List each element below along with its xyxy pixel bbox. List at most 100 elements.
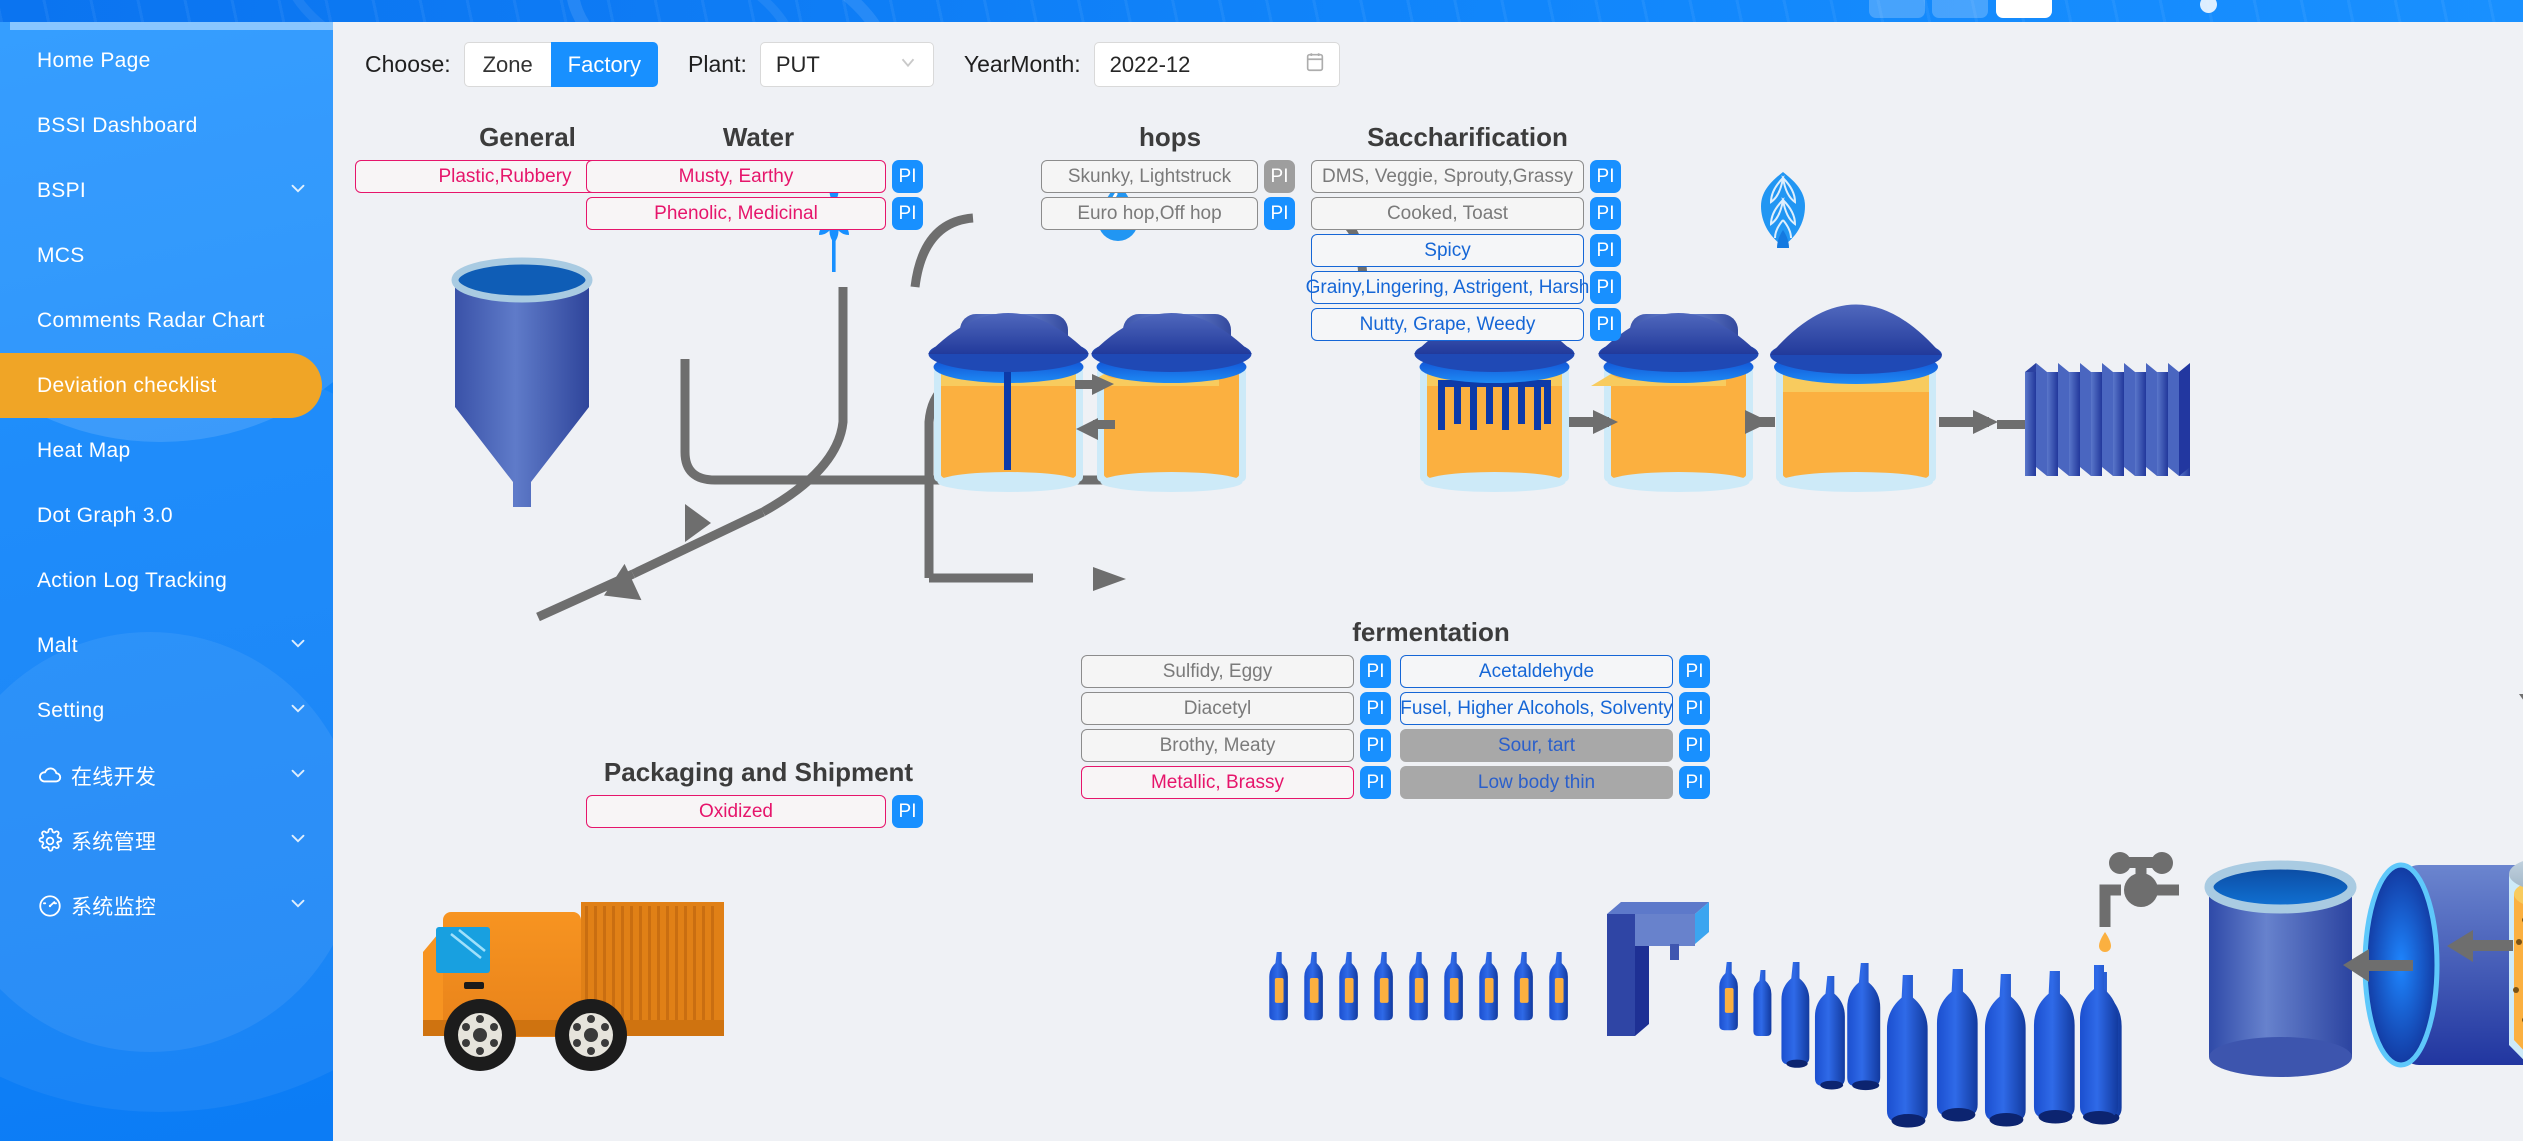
- bottle-line-small: [1269, 952, 1568, 1021]
- group-packaging-rows: Oxidized PI: [586, 795, 931, 828]
- pi-button-brothy-meaty[interactable]: PI: [1360, 729, 1391, 762]
- sidebar-item-bssi-dashboard[interactable]: BSSI Dashboard: [0, 93, 333, 158]
- group-saccharification-title: Saccharification: [1367, 122, 1568, 152]
- chevron-down-icon[interactable]: [287, 632, 309, 660]
- chevron-down-icon[interactable]: [287, 827, 309, 855]
- chevron-down-icon[interactable]: [287, 762, 309, 790]
- sidebar-item-系统监控[interactable]: 系统监控: [0, 873, 333, 938]
- attribute-chip-grainy-lingering-astrigent-harsh[interactable]: Grainy,Lingering, Astrigent, Harsh: [1306, 271, 1589, 304]
- attribute-chip-acetaldehyde[interactable]: Acetaldehyde: [1400, 655, 1673, 688]
- sidebar-item-bspi[interactable]: BSPI: [0, 158, 333, 223]
- checklist-row: Phenolic, Medicinal PI: [586, 197, 931, 230]
- pi-button-euro-hop-off-hop[interactable]: PI: [1264, 197, 1295, 230]
- sidebar-item-label: BSPI: [37, 178, 87, 202]
- sidebar-item-在线开发[interactable]: 在线开发: [0, 743, 333, 808]
- sidebar-item-action-log-tracking[interactable]: Action Log Tracking: [0, 548, 333, 613]
- pi-button-metallic-brassy[interactable]: PI: [1360, 766, 1391, 799]
- pi-button-fusel-higher-alcohols-solventy[interactable]: PI: [1679, 692, 1710, 725]
- chevron-down-icon[interactable]: [287, 697, 309, 725]
- sidebar-item-comments-radar-chart[interactable]: Comments Radar Chart: [0, 288, 333, 353]
- pi-button-diacetyl[interactable]: PI: [1360, 692, 1391, 725]
- pi-button-spicy[interactable]: PI: [1590, 234, 1621, 267]
- sidebar-item-home-page[interactable]: Home Page: [0, 28, 333, 93]
- sidebar-item-mcs[interactable]: MCS: [0, 223, 333, 288]
- checklist-row: Metallic, Brassy PI: [1081, 766, 1391, 799]
- pi-button-sour-tart[interactable]: PI: [1679, 729, 1710, 762]
- attribute-chip-diacetyl[interactable]: Diacetyl: [1081, 692, 1354, 725]
- sidebar-item-label: 系统监控: [71, 895, 157, 919]
- beer-drop: [2099, 932, 2111, 952]
- sidebar-item-label: BSSI Dashboard: [37, 113, 198, 137]
- plant-label: Plant:: [688, 51, 747, 77]
- checklist-row: Low body thin PI: [1400, 766, 1710, 799]
- group-water: Water Musty, Earthy PI Phenolic, Medicinal…: [586, 122, 931, 234]
- pi-button-musty-earthy[interactable]: PI: [892, 160, 923, 193]
- sidebar-item-setting[interactable]: Setting: [0, 678, 333, 743]
- flow-arrow: [1093, 567, 1126, 591]
- sidebar-item-heat-map[interactable]: Heat Map: [0, 418, 333, 483]
- attribute-chip-cooked-toast[interactable]: Cooked, Toast: [1311, 197, 1584, 230]
- pi-button-oxidized[interactable]: PI: [892, 795, 923, 828]
- group-hops-rows: Skunky, Lightstruck PI Euro hop,Off hop PI: [1041, 160, 1299, 230]
- filler-machine: [1607, 902, 1709, 1036]
- app-header-bar: [0, 0, 2523, 22]
- attribute-chip-musty-earthy[interactable]: Musty, Earthy: [586, 160, 886, 193]
- sidebar-item-label: Home Page: [37, 48, 151, 72]
- truck-window: [436, 927, 490, 973]
- chevron-down-icon[interactable]: [287, 177, 309, 205]
- beer-glass: [2509, 861, 2523, 1060]
- pi-button-sulfidy-eggy[interactable]: PI: [1360, 655, 1391, 688]
- attribute-chip-low-body-thin[interactable]: Low body thin: [1400, 766, 1673, 799]
- attribute-chip-spicy[interactable]: Spicy: [1311, 234, 1584, 267]
- chevron-down-icon[interactable]: [287, 892, 309, 920]
- pi-button-nutty-grape-weedy[interactable]: PI: [1590, 308, 1621, 341]
- plant-select-value: PUT: [775, 51, 820, 77]
- sidebar-item-deviation-checklist[interactable]: Deviation checklist: [0, 353, 322, 418]
- deviation-checklist-page: Home Page BSSI Dashboard BSPI MCS Comments R…: [0, 0, 2523, 1141]
- attribute-chip-metallic-brassy[interactable]: Metallic, Brassy: [1081, 766, 1354, 799]
- yearmonth-input[interactable]: 2022-12: [1093, 42, 1340, 87]
- pi-button-skunky-lightstruck[interactable]: PI: [1264, 160, 1295, 193]
- sidebar-item-label: Action Log Tracking: [37, 568, 228, 592]
- group-water-title: Water: [722, 122, 795, 152]
- sidebar-item-dot-graph-3-0[interactable]: Dot Graph 3.0: [0, 483, 333, 548]
- bright-beer-tank: [2204, 860, 2357, 1077]
- header-tab-1[interactable]: [1869, 0, 1925, 18]
- scope-option-factory[interactable]: Factory: [550, 42, 659, 87]
- pi-button-dms-veggie-sprouty-grassy[interactable]: PI: [1590, 160, 1621, 193]
- attribute-chip-sour-tart[interactable]: Sour, tart: [1400, 729, 1673, 762]
- header-tab-active[interactable]: [1996, 0, 2052, 18]
- pi-button-acetaldehyde[interactable]: PI: [1679, 655, 1710, 688]
- pi-button-cooked-toast[interactable]: PI: [1590, 197, 1621, 230]
- sidebar-item-label: Malt: [37, 633, 78, 657]
- attribute-chip-phenolic-medicinal[interactable]: Phenolic, Medicinal: [586, 197, 886, 230]
- attribute-chip-nutty-grape-weedy[interactable]: Nutty, Grape, Weedy: [1311, 308, 1584, 341]
- flow-arrow: [685, 504, 711, 542]
- pi-button-phenolic-medicinal[interactable]: PI: [892, 197, 923, 230]
- attribute-chip-fusel-higher-alcohols-solventy[interactable]: Fusel, Higher Alcohols, Solventy: [1400, 692, 1673, 725]
- sidebar-item-label: Heat Map: [37, 438, 131, 462]
- delivery-truck: [423, 902, 724, 1071]
- scope-option-zone[interactable]: Zone: [463, 42, 551, 87]
- pi-button-grainy-lingering-astrigent-harsh[interactable]: PI: [1590, 271, 1621, 304]
- plant-select[interactable]: PUT: [759, 42, 934, 87]
- group-packaging-title: Packaging and Shipment: [603, 757, 914, 787]
- attribute-chip-skunky-lightstruck[interactable]: Skunky, Lightstruck: [1041, 160, 1258, 193]
- checklist-row: Oxidized PI: [586, 795, 931, 828]
- attribute-chip-euro-hop-off-hop[interactable]: Euro hop,Off hop: [1041, 197, 1258, 230]
- pi-button-low-body-thin[interactable]: PI: [1679, 766, 1710, 799]
- triangle-down-icon[interactable]: [2519, 694, 2523, 718]
- sidebar-item-系统管理[interactable]: 系统管理: [0, 808, 333, 873]
- attribute-chip-oxidized[interactable]: Oxidized: [586, 795, 886, 828]
- header-tab-2[interactable]: [1932, 0, 1988, 18]
- group-fermentation: fermentation Sulfidy, Eggy PI Diacetyl PI Br…: [1081, 617, 1781, 803]
- group-saccharification: Saccharification DMS, Veggie, Sprouty,Gr…: [1306, 122, 1624, 345]
- attribute-chip-sulfidy-eggy[interactable]: Sulfidy, Eggy: [1081, 655, 1354, 688]
- sidebar-item-label: Deviation checklist: [37, 373, 217, 397]
- attribute-chip-brothy-meaty[interactable]: Brothy, Meaty: [1081, 729, 1354, 762]
- grain-silo: [451, 257, 593, 507]
- attribute-chip-dms-veggie-sprouty-grassy[interactable]: DMS, Veggie, Sprouty,Grassy: [1311, 160, 1584, 193]
- sidebar-item-label: Dot Graph 3.0: [37, 503, 173, 527]
- sidebar-nav-list: Home Page BSSI Dashboard BSPI MCS Comments R…: [0, 22, 333, 938]
- sidebar-item-malt[interactable]: Malt: [0, 613, 333, 678]
